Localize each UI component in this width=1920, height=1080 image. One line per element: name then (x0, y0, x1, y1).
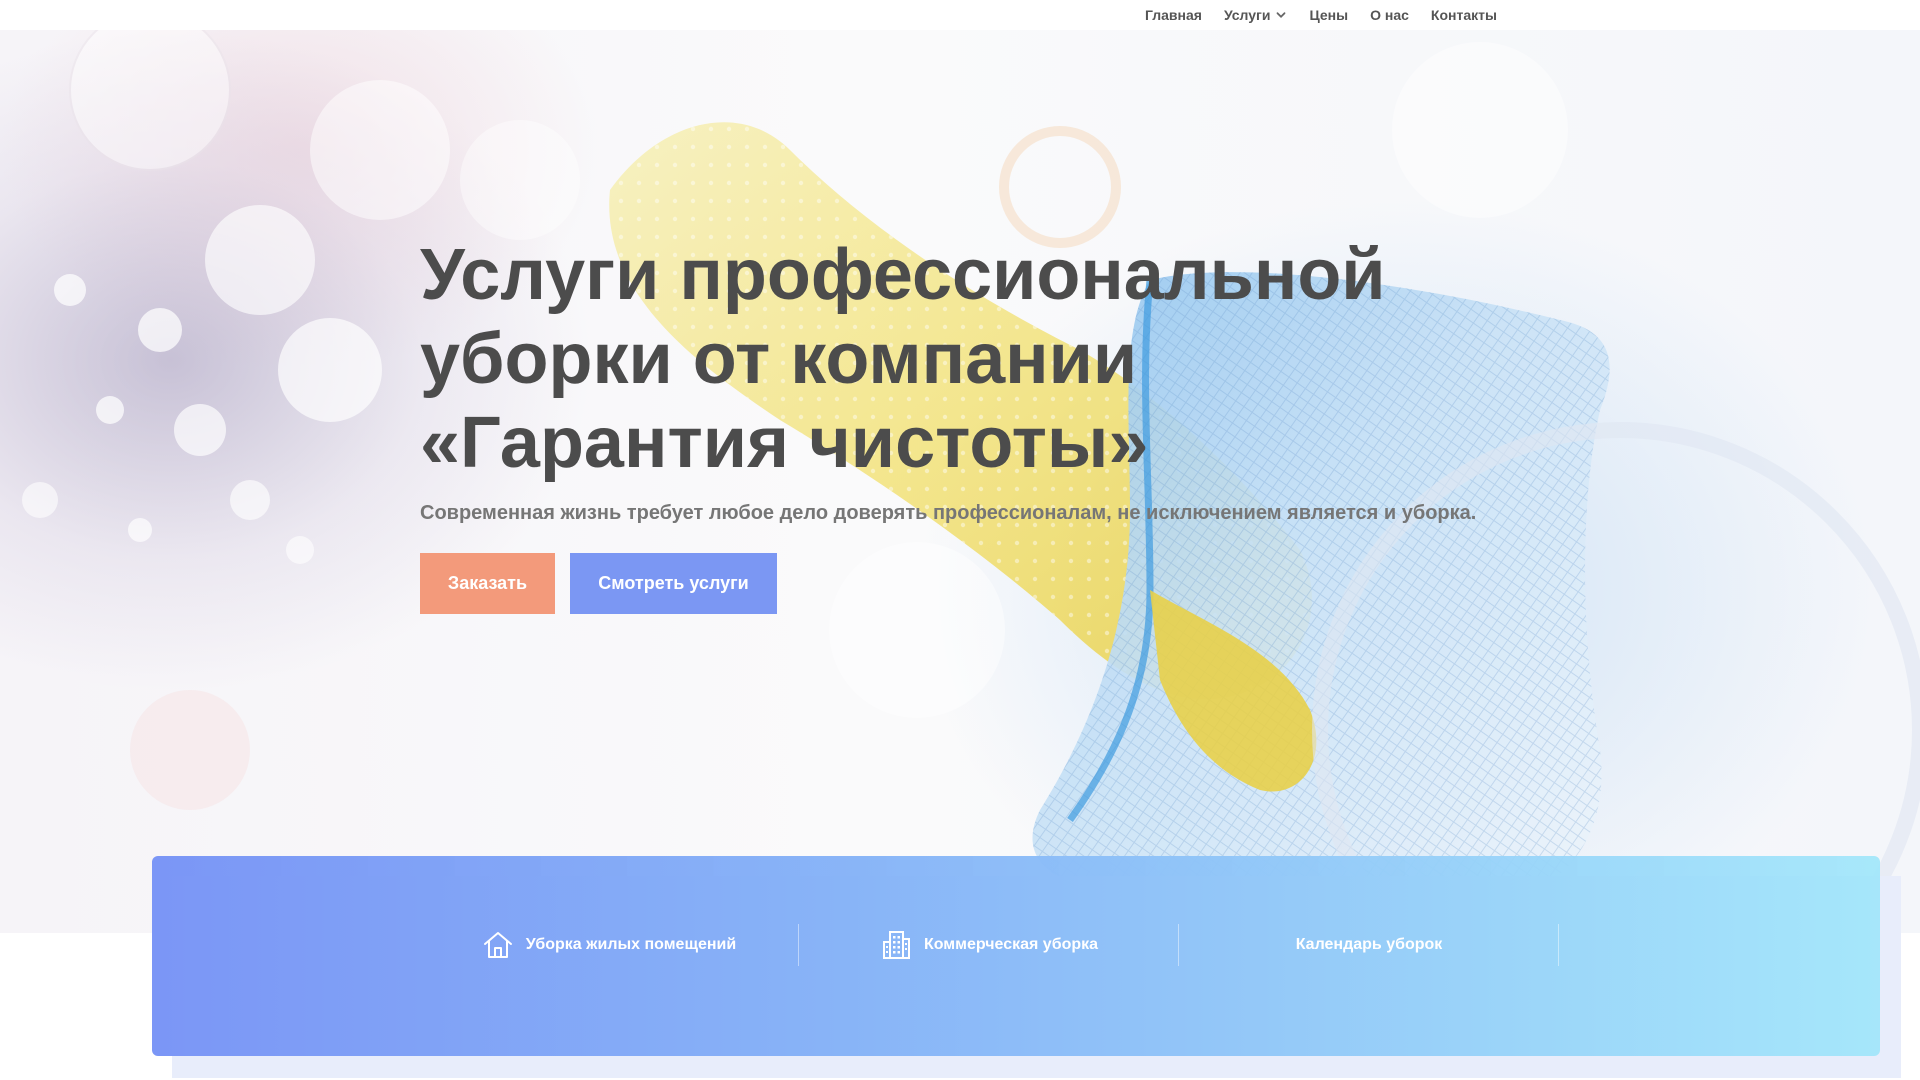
hero-subtitle: Современная жизнь требует любое дело дов… (420, 502, 1477, 524)
hero-content: Услуги профессиональной уборки от компан… (420, 233, 1520, 614)
hero-title: Услуги профессиональной уборки от компан… (420, 235, 1386, 483)
main-nav: Главная Услуги Цены О нас Контакты (1145, 7, 1497, 23)
nav-item-about[interactable]: О нас (1370, 7, 1409, 23)
order-button[interactable]: Заказать (420, 553, 555, 614)
nav-item-prices[interactable]: Цены (1309, 7, 1348, 23)
house-icon (483, 932, 512, 958)
building-icon (882, 931, 910, 959)
nav-item-home[interactable]: Главная (1145, 7, 1202, 23)
service-item-calendar[interactable]: Календарь уборок (1179, 924, 1559, 966)
service-item-commercial-label: Коммерческая уборка (923, 936, 1099, 953)
services-panel: Уборка жилых помещений Коммерческая убор… (152, 856, 1880, 1056)
view-services-button[interactable]: Смотреть услуги (570, 553, 777, 614)
hero-section: Услуги профессиональной уборки от компан… (0, 30, 1920, 933)
hero-buttons: Заказать Смотреть услуги (420, 553, 1520, 614)
nav-item-services[interactable]: Услуги (1224, 7, 1288, 23)
service-item-residential[interactable]: Уборка жилых помещений (419, 924, 799, 966)
services-list: Уборка жилых помещений Коммерческая убор… (419, 924, 1559, 966)
chevron-down-icon (1277, 12, 1286, 18)
service-item-commercial[interactable]: Коммерческая уборка (799, 924, 1179, 966)
nav-item-services-label: Услуги (1223, 7, 1271, 23)
service-item-residential-label: Уборка жилых помещений (525, 936, 737, 953)
service-item-calendar-label: Календарь уборок (1295, 936, 1443, 953)
divider (1558, 924, 1559, 966)
top-bar: Главная Услуги Цены О нас Контакты (0, 0, 1920, 30)
nav-item-contacts[interactable]: Контакты (1431, 7, 1497, 23)
